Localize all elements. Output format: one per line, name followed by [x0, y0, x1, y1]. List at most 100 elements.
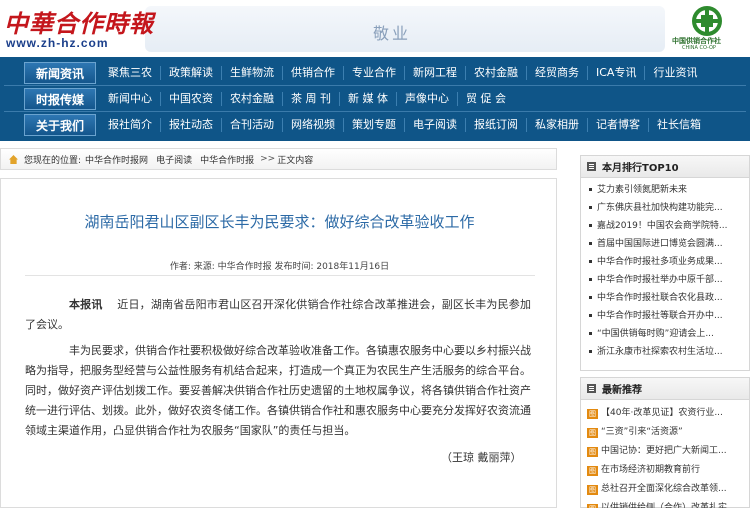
- nav-item[interactable]: 合刊活动: [221, 118, 282, 132]
- breadcrumb-link[interactable]: 电子阅读: [156, 153, 192, 166]
- sidebar-top10-header: 本月排行TOP10: [581, 156, 749, 178]
- sidebar-top10: 本月排行TOP10 艾力素引领氮肥新未来 广东佛庆县社加快构建功能完... 嘉战…: [580, 155, 750, 371]
- list-item-text[interactable]: 首届中国国际进口博览会圆满...: [597, 239, 723, 249]
- nav-item[interactable]: 声像中心: [396, 92, 457, 106]
- bullet-icon: [589, 260, 592, 263]
- image-tag-icon: 图: [587, 465, 598, 476]
- nav-item[interactable]: 新网工程: [404, 66, 465, 80]
- nav-item[interactable]: 生鲜物流: [221, 66, 282, 80]
- list-item-text[interactable]: 中国记协：更好把广大新闻工...: [601, 442, 727, 461]
- list-item-text[interactable]: 广东佛庆县社加快构建功能完...: [597, 203, 723, 213]
- list-item[interactable]: 嘉战2019！中国农会商学院特...: [589, 217, 739, 235]
- list-item-text[interactable]: 中华合作时报社多项业务成果...: [597, 257, 723, 267]
- image-tag-icon: 图: [587, 484, 598, 495]
- nav-item[interactable]: 策划专题: [343, 118, 404, 132]
- sidebar-top10-title: 本月排行TOP10: [602, 163, 679, 174]
- nav-head-media[interactable]: 时报传媒: [24, 88, 96, 110]
- breadcrumb-separator: >>: [260, 154, 276, 164]
- site-header: 中華合作時報 www.zh-hz.com 敬业 中国供销合作社 CHINA CO…: [0, 0, 750, 56]
- nav-head-news[interactable]: 新闻资讯: [24, 62, 96, 84]
- list-item[interactable]: 中华合作时报社等联合开办中...: [589, 307, 739, 325]
- nav-item[interactable]: 中国农资: [160, 92, 221, 106]
- nav-item[interactable]: 供销合作: [282, 66, 343, 80]
- nav-item[interactable]: 政策解读: [160, 66, 221, 80]
- list-item-text[interactable]: 总社召开全面深化综合改革领...: [601, 480, 727, 499]
- list-item-text[interactable]: 嘉战2019！中国农会商学院特...: [597, 221, 728, 231]
- nav-item[interactable]: 记者博客: [587, 118, 648, 132]
- list-item-text[interactable]: 【40年·改革见证】农资行业...: [601, 404, 723, 423]
- nav-item[interactable]: 报纸订阅: [465, 118, 526, 132]
- nav-items-about: 报社简介 报社动态 合刊活动 网络视频 策划专题 电子阅读 报纸订阅 私家相册 …: [100, 112, 709, 138]
- list-item[interactable]: 艾力素引领氮肥新未来: [589, 181, 739, 199]
- nav-item[interactable]: 新 媒 体: [339, 92, 396, 106]
- list-icon: [587, 162, 596, 171]
- nav-head-about[interactable]: 关于我们: [24, 114, 96, 136]
- nav-item[interactable]: 农村金融: [465, 66, 526, 80]
- top10-list: 艾力素引领氮肥新未来 广东佛庆县社加快构建功能完... 嘉战2019！中国农会商…: [581, 178, 749, 361]
- list-item[interactable]: 图 “三资”引来“活资源”: [587, 423, 743, 442]
- list-item[interactable]: 中华合作时报社多项业务成果...: [589, 253, 739, 271]
- nav-row-news: 新闻资讯 聚焦三农 政策解读 生鲜物流 供销合作 专业合作 新网工程 农村金融 …: [0, 60, 750, 86]
- list-item[interactable]: 广东佛庆县社加快构建功能完...: [589, 199, 739, 217]
- list-item-text[interactable]: “三资”引来“活资源”: [601, 423, 683, 442]
- nav-item[interactable]: 电子阅读: [404, 118, 465, 132]
- list-item-text[interactable]: 在市场经济初期教育前行: [601, 461, 700, 480]
- site-url: www.zh-hz.com: [6, 36, 109, 50]
- home-icon: [9, 154, 18, 164]
- nav-item[interactable]: 网络视频: [282, 118, 343, 132]
- list-item-text[interactable]: “中国供销每时购”迎请会上...: [597, 329, 714, 339]
- article-lead-label: 本报讯: [69, 298, 103, 311]
- list-icon: [587, 384, 596, 393]
- header-motto: 敬业: [373, 24, 412, 43]
- bullet-icon: [589, 350, 592, 353]
- list-item[interactable]: 浙江永康市社探索农村生活垃...: [589, 343, 739, 361]
- coop-logo-icon: [692, 6, 722, 36]
- list-item-text[interactable]: 浙江永康市社探索农村生活垃...: [597, 347, 723, 357]
- breadcrumb: 您现在的位置: 中华合作时报网 电子阅读 中华合作时报 >> 正文内容: [0, 148, 557, 170]
- list-item[interactable]: “中国供销每时购”迎请会上...: [589, 325, 739, 343]
- nav-item[interactable]: 聚焦三农: [100, 66, 160, 80]
- nav-item[interactable]: 私家相册: [526, 118, 587, 132]
- bullet-icon: [589, 206, 592, 209]
- nav-item[interactable]: 报社动态: [160, 118, 221, 132]
- nav-items-news: 聚焦三农 政策解读 生鲜物流 供销合作 专业合作 新网工程 农村金融 经贸商务 …: [100, 60, 705, 86]
- list-item-text[interactable]: 中华合作时报社等联合开办中...: [597, 311, 723, 321]
- nav-item[interactable]: 贸 促 会: [457, 92, 514, 106]
- nav-item[interactable]: 农村金融: [221, 92, 282, 106]
- bullet-icon: [589, 188, 592, 191]
- breadcrumb-link[interactable]: 中华合作时报: [200, 153, 254, 166]
- list-item-text[interactable]: 中华合作时报社联合农化县政...: [597, 293, 723, 303]
- coop-name-en: CHINA CO-OP: [682, 45, 716, 51]
- nav-item[interactable]: 报社简介: [100, 118, 160, 132]
- list-item-text[interactable]: 中华合作时报社举办中原千部...: [597, 275, 723, 285]
- list-item-text[interactable]: 艾力素引领氮肥新未来: [597, 185, 687, 195]
- nav-item[interactable]: 社长信箱: [648, 118, 709, 132]
- list-item[interactable]: 图在市场经济初期教育前行: [587, 461, 743, 480]
- article-body: 本报讯 近日，湖南省岳阳市君山区召开深化供销合作社综合改革推进会，副区长丰为民参…: [25, 295, 531, 447]
- nav-item[interactable]: 新闻中心: [100, 92, 160, 106]
- list-item[interactable]: 图以供销供给侧（合作）改革扎实...: [587, 499, 743, 508]
- article-divider: [25, 275, 535, 276]
- nav-item[interactable]: 茶 周 刊: [282, 92, 339, 106]
- article-author: （王琼 戴丽萍）: [441, 451, 522, 464]
- nav-item[interactable]: 行业资讯: [644, 66, 705, 80]
- article-title: 湖南岳阳君山区副区长丰为民要求：做好综合改革验收工作: [84, 213, 475, 231]
- list-item[interactable]: 中华合作时报社举办中原千部...: [589, 271, 739, 289]
- breadcrumb-link[interactable]: 中华合作时报网: [85, 153, 148, 166]
- list-item-text[interactable]: 以供销供给侧（合作）改革扎实...: [601, 499, 736, 508]
- nav-item[interactable]: 经贸商务: [526, 66, 587, 80]
- breadcrumb-current: 正文内容: [277, 155, 314, 166]
- list-item[interactable]: 图中国记协：更好把广大新闻工...: [587, 442, 743, 461]
- nav-item[interactable]: ICA专讯: [587, 66, 644, 80]
- list-item[interactable]: 中华合作时报社联合农化县政...: [589, 289, 739, 307]
- list-item[interactable]: 图【40年·改革见证】农资行业...: [587, 404, 743, 423]
- list-item[interactable]: 首届中国国际进口博览会圆满...: [589, 235, 739, 253]
- bullet-icon: [589, 296, 592, 299]
- sidebar-recommend-title: 最新推荐: [602, 385, 642, 396]
- list-item[interactable]: 图总社召开全面深化综合改革领...: [587, 480, 743, 499]
- bullet-icon: [589, 242, 592, 245]
- nav-item[interactable]: 专业合作: [343, 66, 404, 80]
- nav-items-media: 新闻中心 中国农资 农村金融 茶 周 刊 新 媒 体 声像中心 贸 促 会: [100, 86, 514, 112]
- bullet-icon: [589, 332, 592, 335]
- site-logo[interactable]: 中華合作時報: [4, 4, 154, 39]
